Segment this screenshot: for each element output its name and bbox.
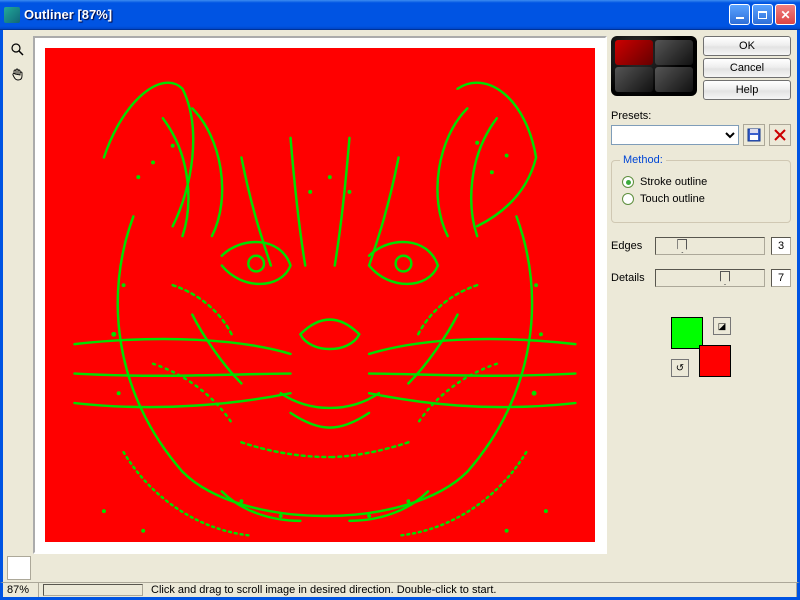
save-preset-button[interactable] [743,124,765,146]
x-icon [773,128,787,142]
radio-indicator [622,193,634,205]
preview-canvas[interactable] [45,48,595,542]
edges-value: 3 [771,237,791,255]
radio-label: Touch outline [640,193,705,205]
edges-slider-row: Edges 3 [611,237,791,255]
presets-label: Presets: [611,110,791,122]
radio-touch-outline[interactable]: Touch outline [622,193,780,205]
radio-indicator [622,176,634,188]
cancel-button[interactable]: Cancel [703,58,791,78]
preview-frame [33,36,607,554]
details-slider[interactable] [655,269,765,287]
method-group: Method: Stroke outline Touch outline [611,160,791,223]
status-bar: 87% Click and drag to scroll image in de… [0,582,800,600]
slider-thumb[interactable] [720,271,730,285]
presets-dropdown[interactable] [611,125,739,145]
app-icon [4,7,20,23]
control-panel: OK Cancel Help Presets: Method: Stroke o… [611,36,791,576]
edges-label: Edges [611,240,649,252]
radio-stroke-outline[interactable]: Stroke outline [622,176,780,188]
details-value: 7 [771,269,791,287]
vendor-logo [611,36,697,96]
color-swatches: ↺ ◪ [611,317,791,377]
titlebar: Outliner [87%] ✕ [0,0,800,30]
background-color-swatch[interactable] [699,345,731,377]
minimize-button[interactable] [729,4,750,25]
status-progress [43,584,143,596]
status-zoom: 87% [3,583,39,597]
zoom-tool[interactable] [7,39,29,61]
ok-button[interactable]: OK [703,36,791,56]
default-colors-button[interactable]: ◪ [713,317,731,335]
status-hint: Click and drag to scroll image in desire… [147,583,797,597]
method-legend: Method: [620,154,666,166]
tool-strip [7,39,29,87]
navigator-thumbnail[interactable] [7,556,31,580]
delete-preset-button[interactable] [769,124,791,146]
slider-thumb[interactable] [677,239,687,253]
window-title: Outliner [87%] [24,7,112,22]
swap-colors-button[interactable]: ↺ [671,359,689,377]
magnifier-icon [11,43,25,57]
outline-art [45,48,595,542]
hand-icon [11,67,25,81]
maximize-button[interactable] [752,4,773,25]
edges-slider[interactable] [655,237,765,255]
details-label: Details [611,272,649,284]
radio-label: Stroke outline [640,176,707,188]
details-slider-row: Details 7 [611,269,791,287]
floppy-icon [747,128,761,142]
hand-tool[interactable] [7,63,29,85]
close-button[interactable]: ✕ [775,4,796,25]
help-button[interactable]: Help [703,80,791,100]
